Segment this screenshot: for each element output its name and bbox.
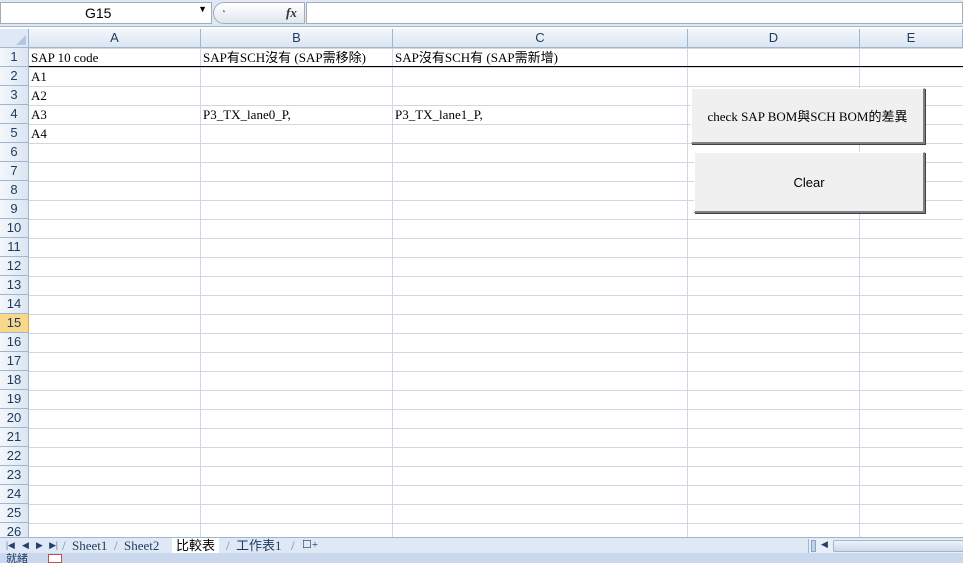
row-header-15[interactable]: 15	[0, 314, 29, 333]
row-header-3[interactable]: 3	[0, 86, 29, 105]
last-sheet-icon[interactable]: ▶|	[47, 539, 60, 552]
cell-c4[interactable]: P3_TX_lane1_P,	[393, 105, 483, 124]
tab-comparison[interactable]: 比較表	[172, 538, 220, 554]
column-header-d[interactable]: D	[688, 29, 860, 48]
sheet-tab-bar: |◀ ◀ ▶ ▶| / Sheet1 / Sheet2 比較表 / 工作表1 /…	[0, 537, 963, 554]
status-bar: 就緒	[0, 553, 963, 563]
row-header-25[interactable]: 25	[0, 504, 29, 523]
cell-c1[interactable]: SAP沒有SCH有 (SAP需新增)	[393, 48, 558, 67]
row-header-20[interactable]: 20	[0, 409, 29, 428]
formula-input[interactable]	[306, 2, 963, 24]
tab-worksheet1[interactable]: 工作表1	[232, 538, 286, 554]
expand-grip-icon[interactable]: ◔	[220, 7, 226, 18]
scroll-thumb[interactable]	[833, 540, 963, 552]
row-header-9[interactable]: 9	[0, 200, 29, 219]
clear-button[interactable]: Clear	[694, 152, 925, 213]
column-header-c[interactable]: C	[393, 29, 688, 48]
tab-sheet2[interactable]: Sheet2	[120, 538, 164, 554]
row-header-23[interactable]: 23	[0, 466, 29, 485]
dropdown-arrow-icon[interactable]: ▼	[198, 4, 207, 14]
row-header-17[interactable]: 17	[0, 352, 29, 371]
prev-sheet-icon[interactable]: ◀	[19, 539, 32, 552]
cell-a5[interactable]: A4	[29, 124, 47, 143]
column-header-b[interactable]: B	[201, 29, 393, 48]
row-header-26[interactable]: 26	[0, 523, 29, 537]
name-box[interactable]: G15 ▼	[0, 2, 212, 24]
cell-a4[interactable]: A3	[29, 105, 47, 124]
name-box-value: G15	[85, 5, 112, 21]
check-bom-button[interactable]: check SAP BOM與SCH BOM的差異	[691, 88, 925, 144]
tab-split-handle[interactable]	[811, 540, 816, 552]
row-header-16[interactable]: 16	[0, 333, 29, 352]
row-header-14[interactable]: 14	[0, 295, 29, 314]
next-sheet-icon[interactable]: ▶	[33, 539, 46, 552]
row-header-5[interactable]: 5	[0, 124, 29, 143]
cell-a3[interactable]: A2	[29, 86, 47, 105]
row-header-2[interactable]: 2	[0, 67, 29, 86]
macro-record-icon[interactable]	[48, 554, 62, 563]
row-header-6[interactable]: 6	[0, 143, 29, 162]
column-header-e[interactable]: E	[860, 29, 963, 48]
column-header-a[interactable]: A	[29, 29, 201, 48]
cell-b1[interactable]: SAP有SCH沒有 (SAP需移除)	[201, 48, 366, 67]
formula-bar: G15 ▼ ◔ fx	[0, 0, 963, 27]
cell-b4[interactable]: P3_TX_lane0_P,	[201, 105, 291, 124]
scroll-left-icon[interactable]: ◀	[821, 539, 828, 550]
horizontal-scrollbar[interactable]: ◀	[808, 539, 963, 553]
cell-a2[interactable]: A1	[29, 67, 47, 86]
select-all-corner[interactable]	[0, 29, 29, 48]
row-header-4[interactable]: 4	[0, 105, 29, 124]
row-header-8[interactable]: 8	[0, 181, 29, 200]
first-sheet-icon[interactable]: |◀	[4, 539, 17, 552]
row-header-22[interactable]: 22	[0, 447, 29, 466]
row-header-11[interactable]: 11	[0, 238, 29, 257]
row-header-13[interactable]: 13	[0, 276, 29, 295]
worksheet-grid: A B C D E 1 2 3 4 5 6 7 8 9 10 11 12 13 14 15 16 17 18 19 2…	[0, 29, 963, 537]
row-header-1[interactable]: 1	[0, 48, 29, 67]
column-divider	[687, 48, 688, 537]
tab-sheet1[interactable]: Sheet1	[68, 538, 112, 554]
formula-bar-controls: ◔ fx	[213, 2, 305, 24]
insert-sheet-icon[interactable]: ☐+	[298, 538, 323, 554]
row-header-10[interactable]: 10	[0, 219, 29, 238]
row-header-7[interactable]: 7	[0, 162, 29, 181]
row-header-19[interactable]: 19	[0, 390, 29, 409]
row-header-18[interactable]: 18	[0, 371, 29, 390]
row-header-21[interactable]: 21	[0, 428, 29, 447]
row-header-12[interactable]: 12	[0, 257, 29, 276]
row-header-24[interactable]: 24	[0, 485, 29, 504]
status-text: 就緒	[6, 553, 28, 563]
fx-icon[interactable]: fx	[286, 5, 297, 21]
cell-a1[interactable]: SAP 10 code	[29, 48, 98, 67]
